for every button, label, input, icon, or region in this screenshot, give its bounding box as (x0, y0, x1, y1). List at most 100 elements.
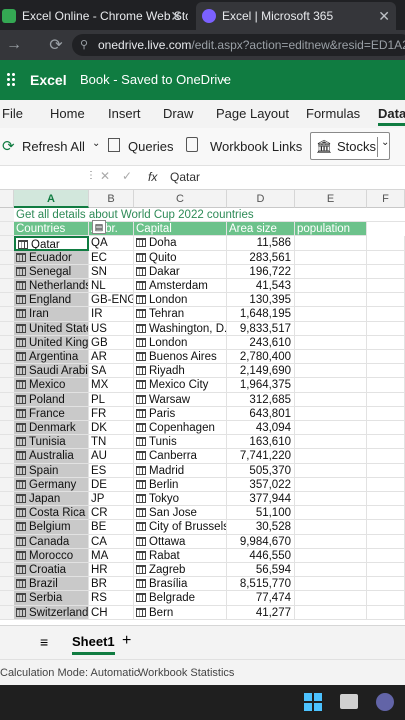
task-view-icon[interactable] (340, 694, 358, 709)
area-cell[interactable]: 41,543 (227, 279, 295, 294)
document-title[interactable]: Book - Saved to OneDrive (80, 72, 231, 87)
empty-cell[interactable] (367, 435, 405, 450)
tab-insert[interactable]: Insert (108, 106, 141, 121)
capital-cell[interactable]: London (134, 293, 227, 308)
geography-data-type-icon[interactable] (16, 479, 26, 489)
population-cell[interactable] (295, 279, 367, 294)
area-cell[interactable]: 130,395 (227, 293, 295, 308)
geography-data-type-icon[interactable] (16, 579, 26, 589)
row-header[interactable] (0, 534, 14, 549)
country-cell[interactable]: Japan (14, 492, 89, 507)
population-cell[interactable] (295, 321, 367, 336)
header-countries[interactable]: Countries (14, 222, 89, 237)
population-cell[interactable] (295, 520, 367, 535)
capital-cell[interactable]: Washington, D. (134, 321, 227, 336)
area-cell[interactable]: 8,515,770 (227, 577, 295, 592)
abbr-cell[interactable]: EC (89, 250, 134, 265)
capital-cell[interactable]: Paris (134, 406, 227, 421)
geography-data-type-icon[interactable] (136, 536, 146, 546)
empty-cell[interactable] (367, 534, 405, 549)
country-cell[interactable]: Germany (14, 477, 89, 492)
teams-chat-icon[interactable] (376, 693, 394, 711)
windows-start-icon[interactable] (304, 693, 322, 711)
geography-data-type-icon[interactable] (136, 593, 146, 603)
geography-data-type-icon[interactable] (16, 536, 26, 546)
area-cell[interactable]: 11,586 (227, 236, 295, 251)
abbr-cell[interactable]: FR (89, 406, 134, 421)
tab-page-layout[interactable]: Page Layout (216, 106, 289, 121)
population-cell[interactable] (295, 563, 367, 578)
capital-cell[interactable]: Berlin (134, 477, 227, 492)
population-cell[interactable] (295, 335, 367, 350)
row-header[interactable] (0, 350, 14, 365)
geography-data-type-icon[interactable] (136, 380, 146, 390)
row-header[interactable] (0, 577, 14, 592)
area-cell[interactable]: 43,094 (227, 421, 295, 436)
app-name[interactable]: Excel (30, 72, 67, 88)
abbr-cell[interactable]: TN (89, 435, 134, 450)
column-header-d[interactable]: D (227, 190, 295, 208)
row-header[interactable] (0, 591, 14, 606)
country-cell[interactable]: Costa Rica (14, 506, 89, 521)
row-header[interactable] (0, 335, 14, 350)
empty-cell[interactable] (367, 264, 405, 279)
sheet-title[interactable]: Get all details about World Cup 2022 cou… (14, 208, 405, 223)
population-cell[interactable] (295, 492, 367, 507)
area-cell[interactable]: 505,370 (227, 463, 295, 478)
country-cell[interactable]: Saudi Arabia (14, 364, 89, 379)
population-cell[interactable] (295, 378, 367, 393)
queries-icon[interactable] (108, 138, 120, 152)
app-launcher-icon[interactable] (6, 72, 16, 88)
row-header[interactable] (0, 492, 14, 507)
header-area-size[interactable]: Area size (227, 222, 295, 237)
abbr-cell[interactable]: HR (89, 563, 134, 578)
empty-cell[interactable] (367, 392, 405, 407)
country-cell[interactable]: Poland (14, 392, 89, 407)
browser-tab-chrome-store[interactable]: Excel Online - Chrome Web Store ✕ (2, 2, 188, 30)
capital-cell[interactable]: Amsterdam (134, 279, 227, 294)
row-header[interactable] (0, 222, 14, 237)
country-cell[interactable]: Tunisia (14, 435, 89, 450)
capital-cell[interactable]: Tunis (134, 435, 227, 450)
geography-data-type-icon[interactable] (136, 465, 146, 475)
workbook-links-button[interactable]: Workbook Links (210, 139, 302, 154)
population-cell[interactable] (295, 421, 367, 436)
capital-cell[interactable]: Rabat (134, 548, 227, 563)
sheet-tab-sheet1[interactable]: Sheet1 (72, 634, 115, 655)
empty-cell[interactable] (367, 236, 405, 251)
country-cell[interactable]: Senegal (14, 264, 89, 279)
population-cell[interactable] (295, 463, 367, 478)
geography-data-type-icon[interactable] (16, 508, 26, 518)
area-cell[interactable]: 9,984,670 (227, 534, 295, 549)
population-cell[interactable] (295, 236, 367, 251)
abbr-cell[interactable]: GB (89, 335, 134, 350)
abbr-cell[interactable]: BR (89, 577, 134, 592)
geography-data-type-icon[interactable] (136, 550, 146, 560)
geography-data-type-icon[interactable] (136, 423, 146, 432)
row-header[interactable] (0, 250, 14, 265)
geography-data-type-icon[interactable] (16, 550, 26, 560)
geography-data-type-icon[interactable] (136, 281, 146, 290)
abbr-cell[interactable]: PL (89, 392, 134, 407)
geography-data-type-icon[interactable] (16, 252, 26, 262)
country-cell[interactable]: Argentina (14, 350, 89, 365)
abbr-cell[interactable]: DK (89, 421, 134, 436)
population-cell[interactable] (295, 577, 367, 592)
population-cell[interactable] (295, 350, 367, 365)
population-cell[interactable] (295, 605, 367, 620)
empty-cell[interactable] (367, 364, 405, 379)
calculation-mode[interactable]: Calculation Mode: Automatic (0, 667, 139, 679)
geography-data-type-icon[interactable] (16, 607, 26, 617)
row-header[interactable] (0, 264, 14, 279)
name-box-chevron-icon[interactable]: ⋮ (86, 170, 96, 181)
empty-cell[interactable] (367, 321, 405, 336)
capital-cell[interactable]: Belgrade (134, 591, 227, 606)
capital-cell[interactable]: Buenos Aires (134, 350, 227, 365)
empty-cell[interactable] (367, 279, 405, 294)
population-cell[interactable] (295, 364, 367, 379)
capital-cell[interactable]: Canberra (134, 449, 227, 464)
population-cell[interactable] (295, 435, 367, 450)
geography-data-type-icon[interactable] (16, 408, 26, 418)
area-cell[interactable]: 1,964,375 (227, 378, 295, 393)
population-cell[interactable] (295, 506, 367, 521)
